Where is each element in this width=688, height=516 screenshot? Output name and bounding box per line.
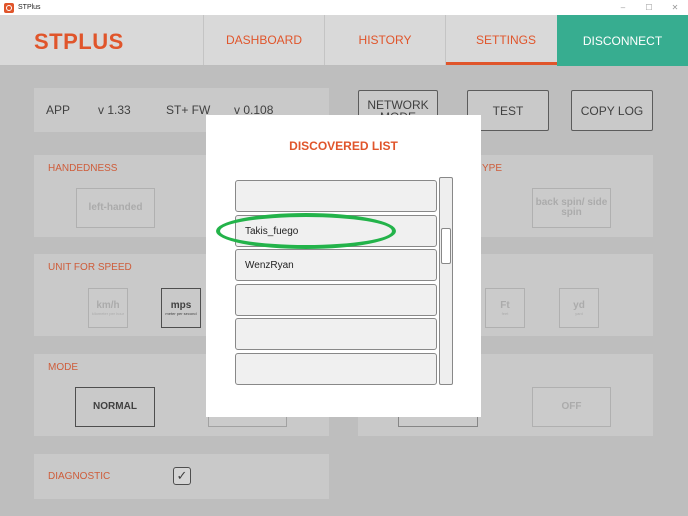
maximize-icon[interactable]: ☐: [636, 0, 662, 15]
window-titlebar: STPlus – ☐ ✕: [0, 0, 688, 15]
tab-dashboard[interactable]: DASHBOARD: [203, 15, 324, 65]
list-item[interactable]: [235, 180, 437, 212]
close-icon[interactable]: ✕: [662, 0, 688, 15]
discovered-list-modal: DISCOVERED LIST Takis_fuego WenzRyan: [206, 115, 481, 417]
app-header: STPLUS DASHBOARD HISTORY SETTINGS DISCON…: [0, 15, 688, 66]
tab-settings[interactable]: SETTINGS: [445, 15, 566, 65]
scrollbar-thumb[interactable]: [441, 228, 451, 264]
tab-history[interactable]: HISTORY: [324, 15, 445, 65]
list-item[interactable]: [235, 318, 437, 350]
highlight-ellipse: [216, 213, 396, 249]
window-controls: – ☐ ✕: [610, 0, 688, 15]
brand-logo: STPLUS: [34, 29, 124, 54]
minimize-icon[interactable]: –: [610, 0, 636, 15]
disconnect-button[interactable]: DISCONNECT: [557, 15, 688, 66]
list-item[interactable]: [235, 353, 437, 385]
main-nav: DASHBOARD HISTORY SETTINGS: [203, 15, 566, 65]
list-scrollbar[interactable]: [439, 177, 453, 385]
list-item[interactable]: WenzRyan: [235, 249, 437, 281]
window-title: STPlus: [18, 4, 41, 11]
list-item[interactable]: [235, 284, 437, 316]
app-icon: [4, 2, 14, 13]
modal-title: DISCOVERED LIST: [289, 139, 398, 153]
